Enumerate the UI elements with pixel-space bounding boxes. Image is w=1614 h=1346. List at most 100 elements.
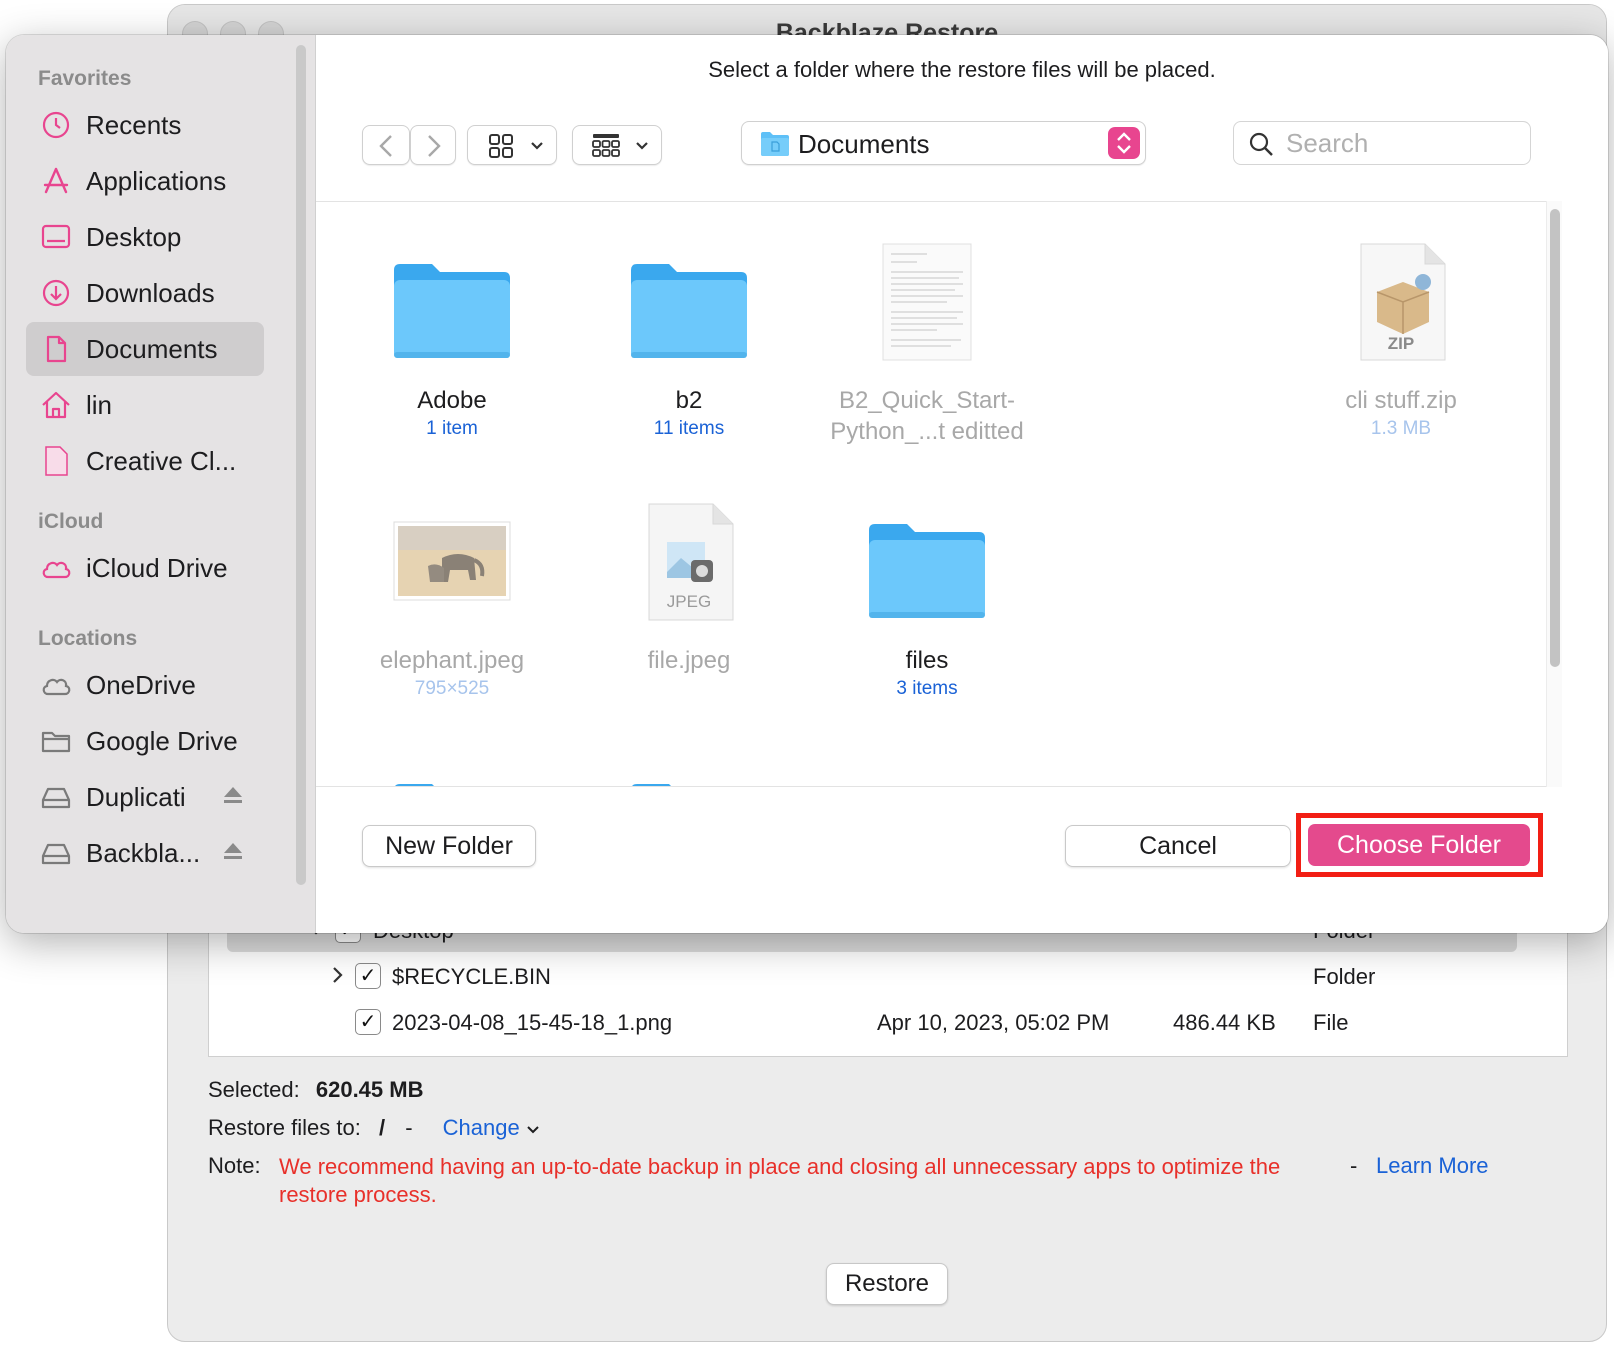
restore-label: Restore files to:	[208, 1115, 361, 1140]
table-row[interactable]: ✓ 2023-04-08_15-45-18_1.png Apr 10, 2023…	[209, 1002, 1567, 1044]
file-detail: 3 items	[896, 678, 958, 699]
icon-view-button[interactable]	[467, 125, 557, 165]
chevron-right-icon	[428, 135, 441, 157]
sidebar-item-label: Creative Cl...	[86, 446, 237, 476]
row-date: Apr 10, 2023, 05:02 PM	[877, 1010, 1110, 1035]
sidebar-item-label: Downloads	[86, 278, 215, 308]
scrollbar-thumb[interactable]	[1550, 209, 1560, 667]
file-browser: Adobe 1 item b2 11 items B2_Quick_Start-…	[316, 201, 1546, 787]
house-icon	[40, 390, 72, 420]
file-icon	[40, 446, 72, 476]
search-field[interactable]	[1233, 121, 1531, 165]
browser-scrollbar[interactable]	[1546, 201, 1562, 787]
file-name: cli stuff.zip	[1345, 387, 1457, 414]
grid-view-icon	[489, 134, 543, 158]
sidebar-item-applications[interactable]: Applications	[26, 154, 264, 208]
folder-icon	[629, 252, 749, 372]
file-item-file-jpeg[interactable]: JPEG file.jpeg	[573, 502, 805, 702]
cancel-button[interactable]: Cancel	[1065, 825, 1291, 867]
location-label: Documents	[798, 129, 930, 159]
popup-stepper-icon	[1108, 127, 1140, 159]
sidebar-item-lin[interactable]: lin	[26, 378, 264, 432]
note-separator: -	[1350, 1153, 1358, 1178]
checkbox-checked[interactable]: ✓	[355, 1009, 381, 1035]
chevron-right-icon[interactable]	[331, 966, 345, 990]
sidebar-item-creative-cloud[interactable]: Creative Cl...	[26, 434, 264, 488]
sidebar-item-label: iCloud Drive	[86, 553, 228, 583]
eject-icon[interactable]	[222, 840, 244, 862]
cloud-icon	[40, 553, 72, 583]
sidebar-item-icloud-drive[interactable]: iCloud Drive	[26, 541, 264, 595]
sidebar-item-google-drive[interactable]: Google Drive	[26, 714, 264, 768]
file-detail: 11 items	[653, 418, 725, 439]
change-link-label: Change	[442, 1115, 520, 1140]
search-icon	[1249, 132, 1273, 156]
change-link[interactable]: Change	[443, 1115, 540, 1140]
file-item-b2[interactable]: b2 11 items	[573, 242, 805, 442]
jpeg-file-icon: JPEG	[629, 502, 749, 622]
checkbox-checked[interactable]: ✓	[355, 963, 381, 989]
zip-archive-icon: ZIP	[1341, 242, 1461, 362]
file-name: b2	[675, 387, 703, 414]
file-item-elephant[interactable]: elephant.jpeg 795×525	[336, 502, 568, 702]
sidebar-item-onedrive[interactable]: OneDrive	[26, 658, 264, 712]
learn-more-link[interactable]: Learn More	[1376, 1153, 1489, 1179]
sidebar-scrollbar[interactable]	[296, 45, 306, 885]
document-icon	[867, 242, 987, 362]
table-row[interactable]: ✓ $RECYCLE.BIN Folder	[209, 956, 1567, 998]
file-name-line2: Python_...t editted	[830, 418, 1024, 445]
sidebar-item-backblaze[interactable]: Backbla...	[26, 826, 264, 880]
forward-button[interactable]	[410, 125, 456, 165]
sidebar-item-documents[interactable]: Documents	[26, 322, 264, 376]
file-item-partial[interactable]	[573, 762, 805, 786]
locations-heading: Locations	[38, 627, 138, 650]
sidebar-item-desktop[interactable]: Desktop	[26, 210, 264, 264]
choose-folder-button[interactable]: Choose Folder	[1308, 824, 1530, 866]
file-name: elephant.jpeg	[379, 647, 525, 674]
sidebar-item-label: Applications	[86, 166, 227, 196]
file-item-adobe[interactable]: Adobe 1 item	[336, 242, 568, 442]
restore-path: /	[378, 1115, 386, 1140]
icloud-heading: iCloud	[38, 510, 104, 533]
new-folder-button[interactable]: New Folder	[362, 825, 536, 867]
row-name: $RECYCLE.BIN	[392, 964, 551, 989]
sidebar-item-label: Google Drive	[86, 726, 238, 756]
group-icon	[592, 134, 648, 157]
sidebar-item-label: Documents	[86, 334, 218, 364]
folder-icon	[392, 772, 512, 786]
file-item-b2-quick-start[interactable]: B2_Quick_Start- Python_...t editted	[811, 242, 1043, 462]
restore-destination: Restore files to: / - Change	[208, 1115, 540, 1141]
chevron-left-icon	[379, 135, 392, 157]
restore-button[interactable]: Restore	[826, 1263, 948, 1305]
search-input[interactable]	[1286, 128, 1516, 158]
download-icon	[40, 278, 72, 308]
eject-icon[interactable]	[222, 784, 244, 806]
back-button[interactable]	[362, 125, 410, 165]
clock-icon	[40, 110, 72, 140]
main-panel: Select a folder where the restore files …	[316, 35, 1608, 933]
desktop-icon	[40, 222, 72, 252]
sidebar-item-recents[interactable]: Recents	[26, 98, 264, 152]
file-detail: 1.3 MB	[1370, 418, 1432, 439]
restore-separator: -	[405, 1115, 413, 1140]
file-name: B2_Quick_Start-	[838, 387, 1016, 414]
row-kind: File	[1313, 1010, 1349, 1035]
dialog-prompt: Select a folder where the restore files …	[708, 57, 1216, 82]
file-item-partial[interactable]	[336, 762, 568, 786]
row-kind: Folder	[1313, 964, 1376, 989]
zip-badge: ZIP	[1387, 334, 1415, 353]
group-view-button[interactable]	[572, 125, 662, 165]
file-item-cli-stuff-zip[interactable]: ZIP cli stuff.zip 1.3 MB	[1285, 242, 1517, 442]
favorites-heading: Favorites	[38, 67, 132, 90]
sidebar-item-label: Recents	[86, 110, 182, 140]
document-icon	[40, 334, 72, 364]
chevron-down-icon	[527, 1126, 539, 1134]
file-detail: 1 item	[426, 418, 478, 439]
location-popup[interactable]: Documents	[741, 121, 1146, 165]
sidebar-item-duplicati[interactable]: Duplicati	[26, 770, 264, 824]
file-item-files[interactable]: files 3 items	[811, 502, 1043, 702]
jpeg-badge: JPEG	[666, 592, 712, 611]
file-name: Adobe	[417, 387, 487, 414]
sidebar-item-downloads[interactable]: Downloads	[26, 266, 264, 320]
selected-size: Selected: 620.45 MB	[208, 1077, 423, 1103]
